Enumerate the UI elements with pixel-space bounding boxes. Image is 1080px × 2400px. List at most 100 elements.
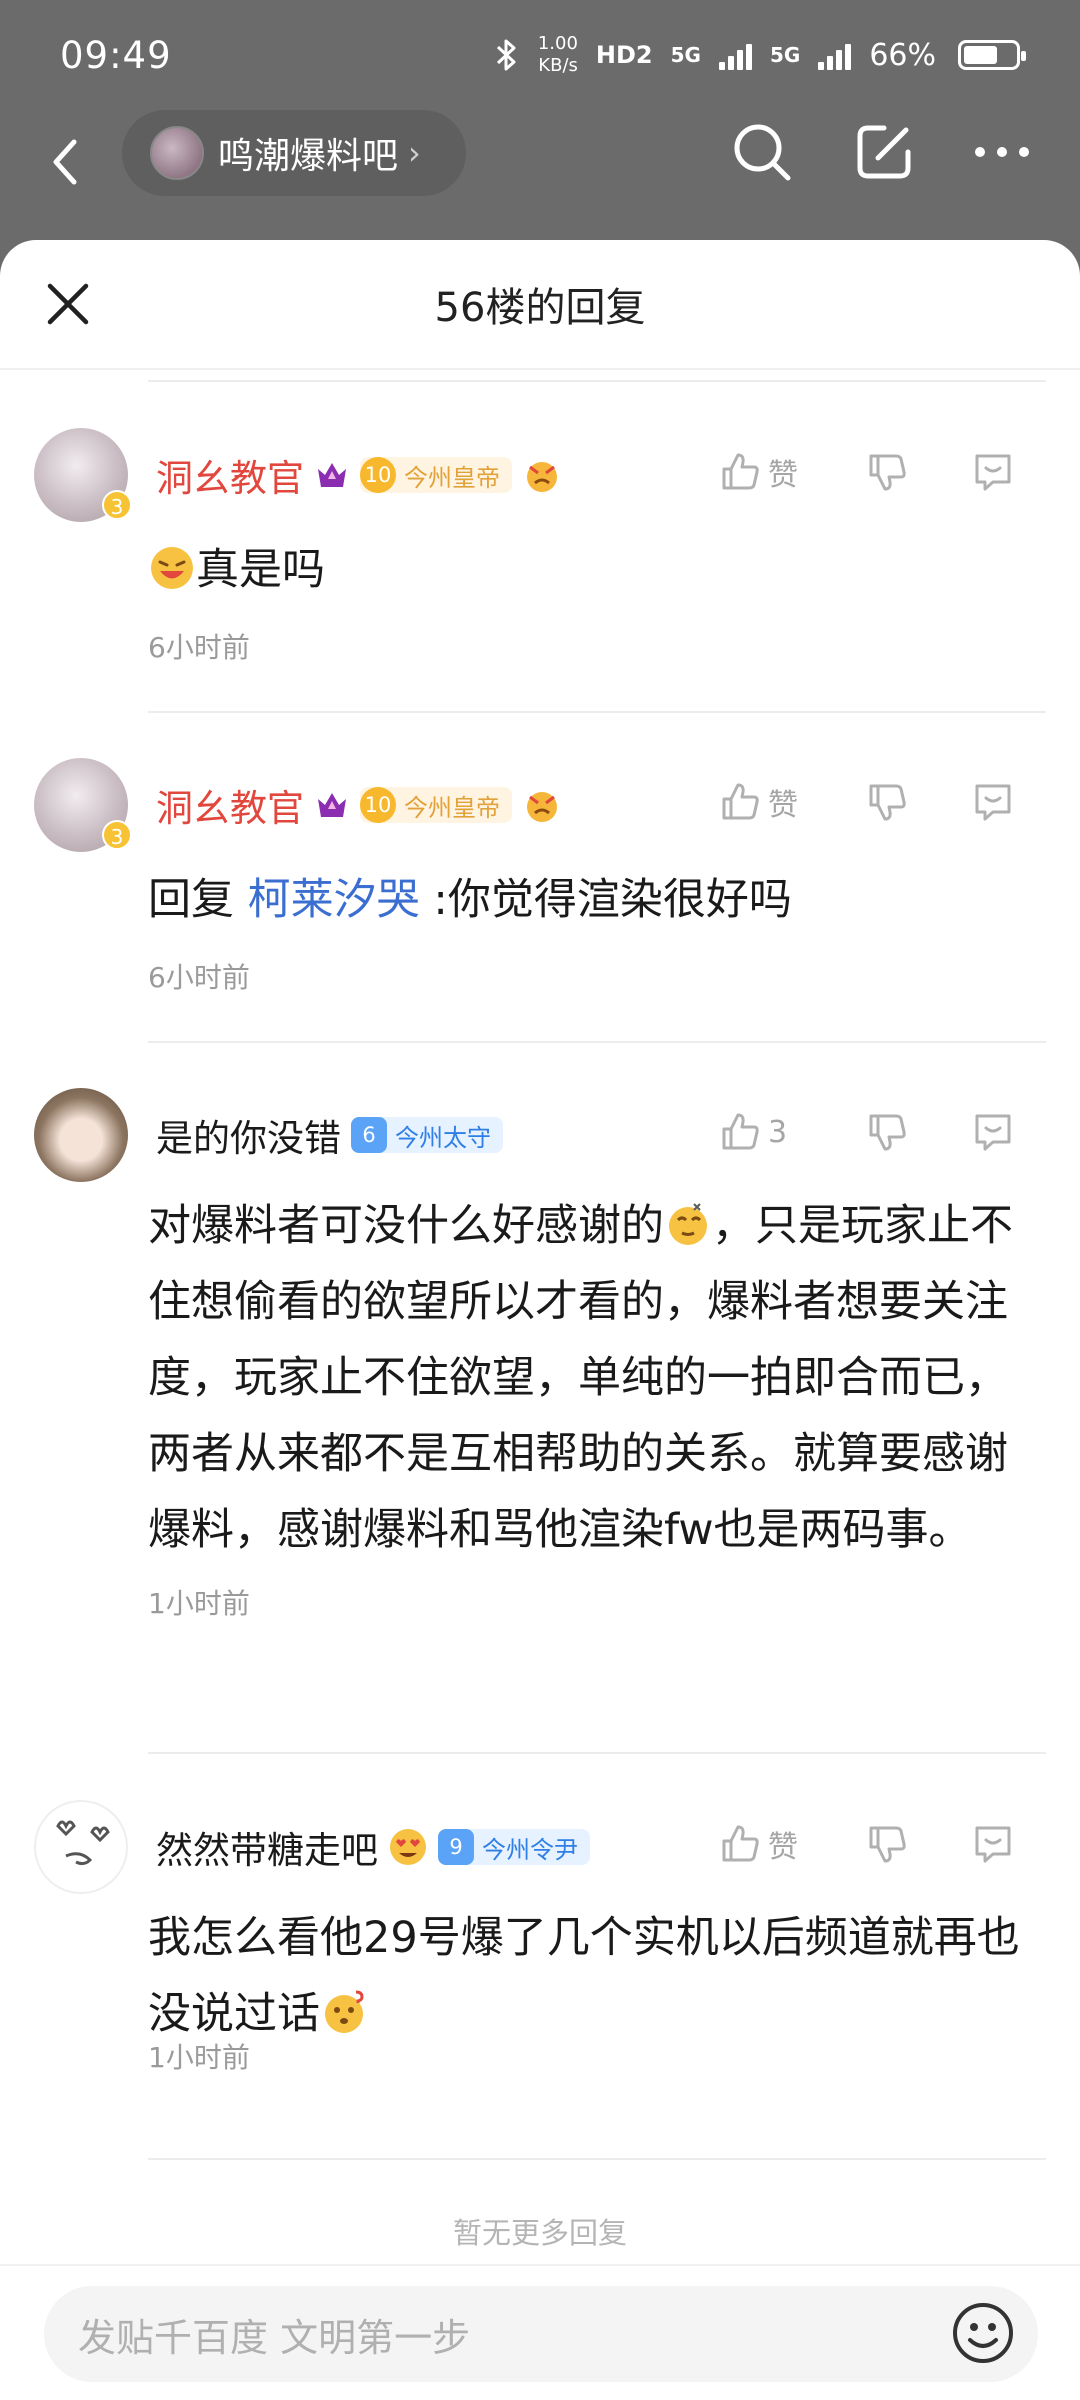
no-more-replies: 暂无更多回复 bbox=[452, 2216, 627, 2250]
level-badge: 10 今州皇帝 bbox=[360, 457, 512, 493]
page: 09:49 1.00 KB/s HD2 5G 5G 66% 鸣潮爆料吧 › 56… bbox=[0, 0, 1080, 2400]
sheet-title: 56楼的回复 bbox=[434, 285, 646, 331]
thumb-up-icon bbox=[722, 453, 759, 490]
crown-icon bbox=[318, 793, 346, 817]
avatar[interactable] bbox=[34, 1088, 128, 1182]
comment-icon bbox=[975, 1826, 1011, 1863]
like-button[interactable]: 3 bbox=[718, 1102, 834, 1162]
signal-icon-1 bbox=[718, 40, 752, 70]
username[interactable]: 是的你没错 bbox=[156, 1108, 341, 1162]
reply-button[interactable] bbox=[940, 442, 1046, 502]
level-title: 今州皇帝 bbox=[404, 793, 500, 822]
level-badge: 6 今州太守 bbox=[351, 1117, 503, 1153]
dislike-button[interactable] bbox=[834, 1814, 940, 1874]
battery-icon bbox=[958, 40, 1026, 70]
like-button[interactable]: 赞 bbox=[718, 1814, 834, 1874]
comment-icon bbox=[975, 784, 1011, 821]
divider bbox=[148, 2158, 1046, 2160]
forum-pill[interactable]: 鸣潮爆料吧 › bbox=[122, 110, 466, 196]
reply-to-user-link[interactable]: 柯莱汐哭 bbox=[248, 875, 420, 925]
comment-actions: 赞 bbox=[718, 1814, 1046, 1874]
status-icons: 1.00 KB/s HD2 5G 5G 66% bbox=[494, 33, 1026, 77]
reply-input-placeholder: 发贴千百度 文明第一步 bbox=[78, 2315, 471, 2360]
status-bar: 09:49 1.00 KB/s HD2 5G 5G 66% bbox=[0, 0, 1080, 110]
edit-icon[interactable] bbox=[854, 122, 914, 182]
comment-text: :你觉得渲染很好吗 bbox=[433, 875, 792, 925]
like-label: 赞 bbox=[768, 458, 798, 493]
level-title: 今州皇帝 bbox=[404, 463, 500, 492]
forum-avatar bbox=[150, 126, 204, 180]
signal-icon-2 bbox=[818, 40, 852, 70]
level-badge: 10 今州皇帝 bbox=[360, 787, 512, 823]
thumb-up-icon bbox=[722, 783, 759, 820]
dislike-button[interactable] bbox=[834, 772, 940, 832]
reply-button[interactable] bbox=[940, 1102, 1046, 1162]
battery-fill bbox=[964, 46, 997, 64]
name-row: 洞幺教官 10 今州皇帝 bbox=[156, 448, 562, 502]
like-button[interactable]: 赞 bbox=[718, 442, 834, 502]
avatar-image bbox=[34, 1088, 128, 1182]
reply-input[interactable]: 发贴千百度 文明第一步 bbox=[44, 2286, 1038, 2382]
comment-text-part2: ，只是玩家止不住想偷看的欲望所以才看的，爆料者想要关注度，玩家止不住欲望，单纯的… bbox=[148, 1201, 1013, 1555]
name-row: 然然带糖走吧 9 今州令尹 bbox=[156, 1820, 590, 1874]
dislike-button[interactable] bbox=[834, 442, 940, 502]
name-row: 是的你没错 6 今州太守 bbox=[156, 1108, 503, 1162]
avatar-level-badge: 3 bbox=[102, 490, 132, 520]
net-speed: 1.00 KB/s bbox=[538, 33, 578, 77]
thumb-down-icon bbox=[869, 1114, 906, 1151]
sheet-header: 56楼的回复 bbox=[0, 240, 1080, 370]
username[interactable]: 洞幺教官 bbox=[156, 778, 304, 832]
reply-button[interactable] bbox=[940, 772, 1046, 832]
comment-actions: 赞 bbox=[718, 772, 1046, 832]
reply-button[interactable] bbox=[940, 1814, 1046, 1874]
thumb-down-icon bbox=[869, 454, 906, 491]
back-arrow-icon[interactable] bbox=[46, 132, 86, 192]
chevron-right-icon: › bbox=[408, 134, 421, 172]
signal-5g-label-2: 5G bbox=[769, 43, 801, 67]
divider bbox=[148, 1752, 1046, 1754]
avatar[interactable]: 3 bbox=[34, 428, 132, 522]
more-icon[interactable] bbox=[974, 142, 1030, 162]
comment-body: 真是吗 bbox=[148, 532, 1040, 608]
level-title: 今州太守 bbox=[395, 1123, 491, 1152]
bluetooth-icon bbox=[496, 39, 516, 71]
search-icon[interactable] bbox=[730, 120, 794, 184]
comment-actions: 3 bbox=[718, 1102, 1046, 1162]
thumb-up-icon bbox=[722, 1113, 759, 1150]
like-label: 赞 bbox=[768, 788, 798, 823]
status-time: 09:49 bbox=[60, 33, 172, 77]
avatar[interactable] bbox=[34, 1800, 128, 1894]
level-number: 6 bbox=[351, 1117, 387, 1153]
username[interactable]: 洞幺教官 bbox=[156, 448, 304, 502]
avatar-doodle-icon bbox=[56, 1820, 110, 1866]
dislike-button[interactable] bbox=[834, 1102, 940, 1162]
thumb-up-icon bbox=[722, 1825, 759, 1862]
emoji-picker-icon[interactable] bbox=[950, 2300, 1016, 2366]
crown-icon bbox=[318, 463, 346, 487]
avatar-level-badge: 3 bbox=[102, 820, 132, 850]
comment-body: 我怎么看他29号爆了几个实机以后频道就再也没说过话 bbox=[148, 1900, 1040, 2052]
comment-icon bbox=[975, 1114, 1011, 1151]
comment-body: 回复 柯莱汐哭 :你觉得渲染很好吗 bbox=[148, 862, 1040, 938]
avatar[interactable]: 3 bbox=[34, 758, 132, 852]
emoji-badge-icon bbox=[527, 792, 557, 822]
thinking-emoji-icon bbox=[669, 1203, 707, 1245]
signal-5g-label-1: 5G bbox=[670, 43, 701, 67]
top-nav: 鸣潮爆料吧 › bbox=[0, 110, 1080, 240]
level-number: 10 bbox=[360, 457, 396, 493]
level-number: 9 bbox=[438, 1829, 474, 1865]
heart-eyes-emoji-icon bbox=[390, 1829, 426, 1865]
emoji-badge-icon bbox=[527, 462, 557, 492]
reply-sheet: 56楼的回复 3 洞幺教官 10 今州皇帝 赞 真是吗 6小时前 3 洞幺教官 … bbox=[0, 240, 1080, 2400]
confused-emoji-icon bbox=[325, 1990, 364, 2033]
username[interactable]: 然然带糖走吧 bbox=[156, 1820, 378, 1874]
laughing-emoji-icon bbox=[151, 547, 193, 589]
comment-actions: 赞 bbox=[718, 442, 1046, 502]
divider bbox=[148, 380, 1046, 382]
comment-time: 1小时前 bbox=[148, 1587, 250, 1620]
comment-time: 1小时前 bbox=[148, 2041, 250, 2074]
like-button[interactable]: 赞 bbox=[718, 772, 834, 832]
close-icon[interactable] bbox=[44, 280, 92, 328]
hd-indicator: HD2 bbox=[595, 41, 653, 69]
battery-percent: 66% bbox=[869, 37, 936, 73]
